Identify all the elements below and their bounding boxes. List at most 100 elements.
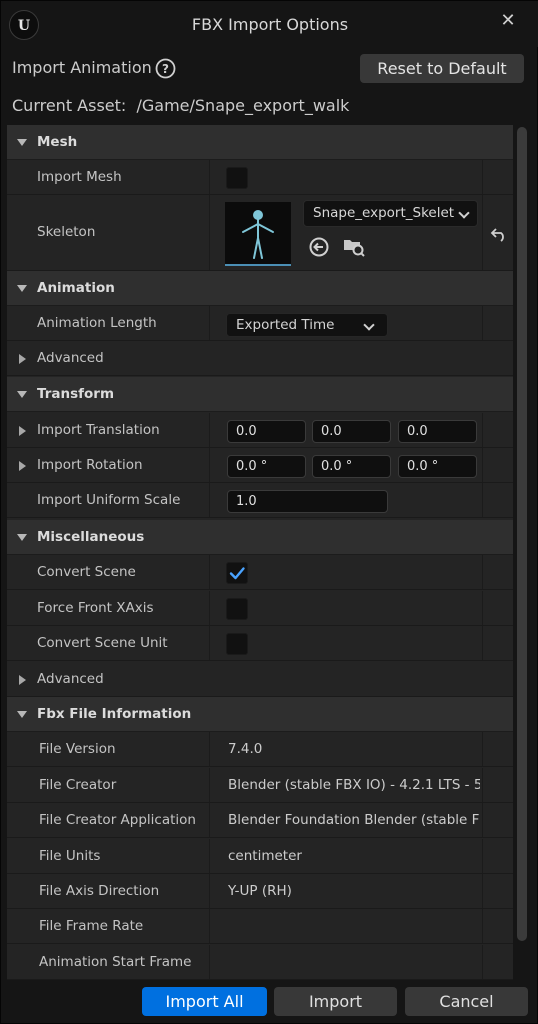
property-row-import-rotation: Import Rotation 0.0 ° 0.0 ° 0.0 °	[7, 448, 513, 483]
category-label: Fbx File Information	[37, 706, 192, 722]
animation-length-value: Exported Time	[236, 317, 335, 333]
current-asset-label: Current Asset:	[12, 96, 127, 115]
translation-y-field[interactable]: 0.0	[312, 420, 391, 443]
info-value	[228, 945, 480, 980]
property-label: Import Translation	[37, 422, 160, 438]
property-row-convert-scene-unit: Convert Scene Unit	[7, 626, 513, 661]
property-row-import-translation: Import Translation 0.0 0.0 0.0	[7, 413, 513, 448]
reset-to-default-button[interactable]: Reset to Default	[360, 54, 524, 83]
property-label: Import Rotation	[37, 457, 143, 473]
collapse-arrow-icon	[14, 697, 30, 732]
window-title: FBX Import Options	[191, 15, 349, 34]
group-label: Advanced	[37, 671, 104, 687]
help-icon[interactable]: ?	[155, 58, 176, 79]
category-miscellaneous[interactable]: Miscellaneous	[7, 520, 513, 555]
expand-arrow-icon[interactable]	[14, 413, 30, 448]
title-bar[interactable]: U FBX Import Options ✕	[1, 1, 538, 47]
skeleton-value: Snape_export_Skelet	[313, 205, 455, 221]
info-value: 7.4.0	[228, 741, 263, 757]
animation-length-combo[interactable]: Exported Time	[226, 313, 388, 337]
info-label: File Axis Direction	[39, 883, 160, 899]
property-row-import-mesh: Import Mesh	[7, 160, 513, 195]
rotation-y-field[interactable]: 0.0 °	[312, 455, 391, 478]
rotation-z-field[interactable]: 0.0 °	[398, 455, 477, 478]
category-fbx-file-information[interactable]: Fbx File Information	[7, 697, 513, 732]
category-label: Mesh	[37, 134, 78, 150]
chevron-down-icon	[363, 319, 375, 331]
chevron-down-icon	[458, 207, 470, 219]
info-label: File Creator Application	[39, 812, 196, 828]
info-row: File Axis Direction Y-UP (RH)	[7, 874, 513, 909]
info-row: Animation Start Frame	[7, 945, 513, 980]
details-panel: Mesh Import Mesh Skeleton Snape_export_S…	[7, 125, 513, 980]
category-animation[interactable]: Animation	[7, 271, 513, 306]
property-label: Convert Scene	[37, 564, 136, 580]
property-label: Skeleton	[37, 224, 96, 240]
translation-x-field[interactable]: 0.0	[227, 420, 306, 443]
collapse-arrow-icon	[14, 271, 30, 306]
property-label: Convert Scene Unit	[37, 635, 168, 651]
group-label: Advanced	[37, 350, 104, 366]
current-asset: Current Asset: /Game/Snape_export_walk	[12, 96, 349, 115]
collapse-arrow-icon	[14, 520, 30, 555]
convert-scene-unit-checkbox[interactable]	[226, 633, 248, 655]
force-front-xaxis-checkbox[interactable]	[226, 598, 248, 620]
category-label: Miscellaneous	[37, 529, 145, 545]
category-label: Animation	[37, 280, 115, 296]
close-icon[interactable]: ✕	[499, 10, 517, 32]
info-row: File Version 7.4.0	[7, 732, 513, 767]
checkmark-icon	[229, 567, 245, 580]
info-label: Animation Start Frame	[39, 954, 192, 970]
info-label: File Version	[39, 741, 116, 757]
find-in-browser-icon[interactable]	[342, 236, 366, 258]
browse-to-asset-icon[interactable]	[308, 236, 330, 258]
info-row: File Creator Blender (stable FBX IO) - 4…	[7, 768, 513, 803]
translation-z-field[interactable]: 0.0	[398, 420, 477, 443]
section-title: Import Animation	[12, 58, 152, 77]
reset-to-default-icon[interactable]	[490, 225, 508, 243]
info-label: File Frame Rate	[39, 918, 144, 934]
category-mesh[interactable]: Mesh	[7, 125, 513, 160]
category-transform[interactable]: Transform	[7, 377, 513, 412]
skeleton-combo[interactable]: Snape_export_Skelet	[303, 200, 478, 227]
import-mesh-checkbox[interactable]	[226, 167, 248, 189]
info-value: Blender (stable FBX IO) - 4.2.1 LTS - 5.…	[228, 777, 480, 793]
property-label: Animation Length	[37, 315, 157, 331]
uniform-scale-field[interactable]: 1.0	[227, 490, 388, 513]
property-row-convert-scene: Convert Scene	[7, 555, 513, 590]
collapse-arrow-icon	[14, 125, 30, 160]
current-asset-path: /Game/Snape_export_walk	[136, 96, 350, 115]
cancel-button[interactable]: Cancel	[405, 987, 528, 1016]
info-label: File Creator	[39, 777, 117, 793]
vertical-scrollbar[interactable]	[517, 127, 527, 941]
expand-arrow-icon	[14, 662, 30, 697]
import-button[interactable]: Import	[274, 987, 397, 1016]
info-row: File Creator Application Blender Foundat…	[7, 803, 513, 838]
property-label: Force Front XAxis	[37, 600, 154, 616]
info-row: File Frame Rate	[7, 909, 513, 944]
expand-arrow-icon	[14, 341, 30, 376]
convert-scene-checkbox[interactable]	[226, 562, 248, 584]
category-label: Transform	[37, 386, 115, 402]
expand-arrow-icon[interactable]	[14, 448, 30, 483]
property-label: Import Mesh	[37, 169, 122, 185]
info-value: Y-UP (RH)	[228, 883, 292, 899]
info-row: File Units centimeter	[7, 839, 513, 874]
info-value	[228, 909, 480, 944]
collapse-arrow-icon	[14, 377, 30, 412]
import-all-button[interactable]: Import All	[142, 987, 267, 1016]
property-row-animation-length: Animation Length Exported Time	[7, 306, 513, 341]
skeleton-thumbnail[interactable]	[225, 202, 291, 266]
info-value: Blender Foundation Blender (stable FBX	[228, 812, 480, 828]
svg-text:?: ?	[162, 62, 169, 76]
info-value: centimeter	[228, 848, 302, 864]
group-advanced-animation[interactable]: Advanced	[7, 341, 513, 376]
rotation-x-field[interactable]: 0.0 °	[227, 455, 306, 478]
property-row-skeleton: Skeleton Snape_export_Skelet	[7, 195, 513, 271]
fbx-import-dialog: U FBX Import Options ✕ Import Animation …	[0, 0, 538, 1024]
property-row-import-uniform-scale: Import Uniform Scale 1.0	[7, 483, 513, 518]
info-label: File Units	[39, 848, 101, 864]
property-label: Import Uniform Scale	[37, 492, 181, 508]
property-row-force-front-xaxis: Force Front XAxis	[7, 591, 513, 626]
group-advanced-misc[interactable]: Advanced	[7, 662, 513, 697]
